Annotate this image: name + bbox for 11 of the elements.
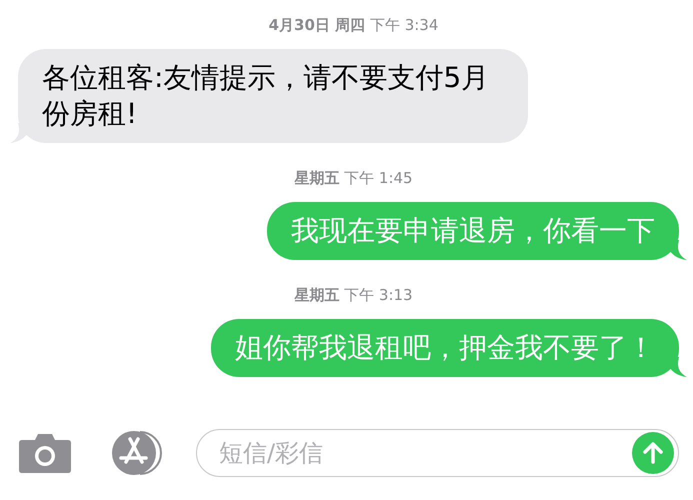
timestamp: 4月30日 周四 下午 3:34	[268, 16, 438, 35]
message-field[interactable]: 短信/彩信	[196, 429, 679, 477]
sent-message-bubble: 我现在要申请退房，你看一下	[267, 202, 679, 260]
send-button[interactable]	[632, 432, 674, 474]
camera-icon[interactable]	[18, 432, 72, 474]
timestamp: 星期五 下午 1:45	[294, 169, 413, 188]
sent-message-bubble: 姐你帮我退租吧，押金我不要了！	[211, 319, 679, 377]
timestamp: 星期五 下午 3:13	[294, 286, 413, 305]
received-message-bubble: 各位租客:友情提示，请不要支付5月份房租!	[18, 49, 528, 143]
message-input[interactable]: 短信/彩信	[217, 438, 632, 468]
arrow-up-icon	[642, 441, 664, 465]
